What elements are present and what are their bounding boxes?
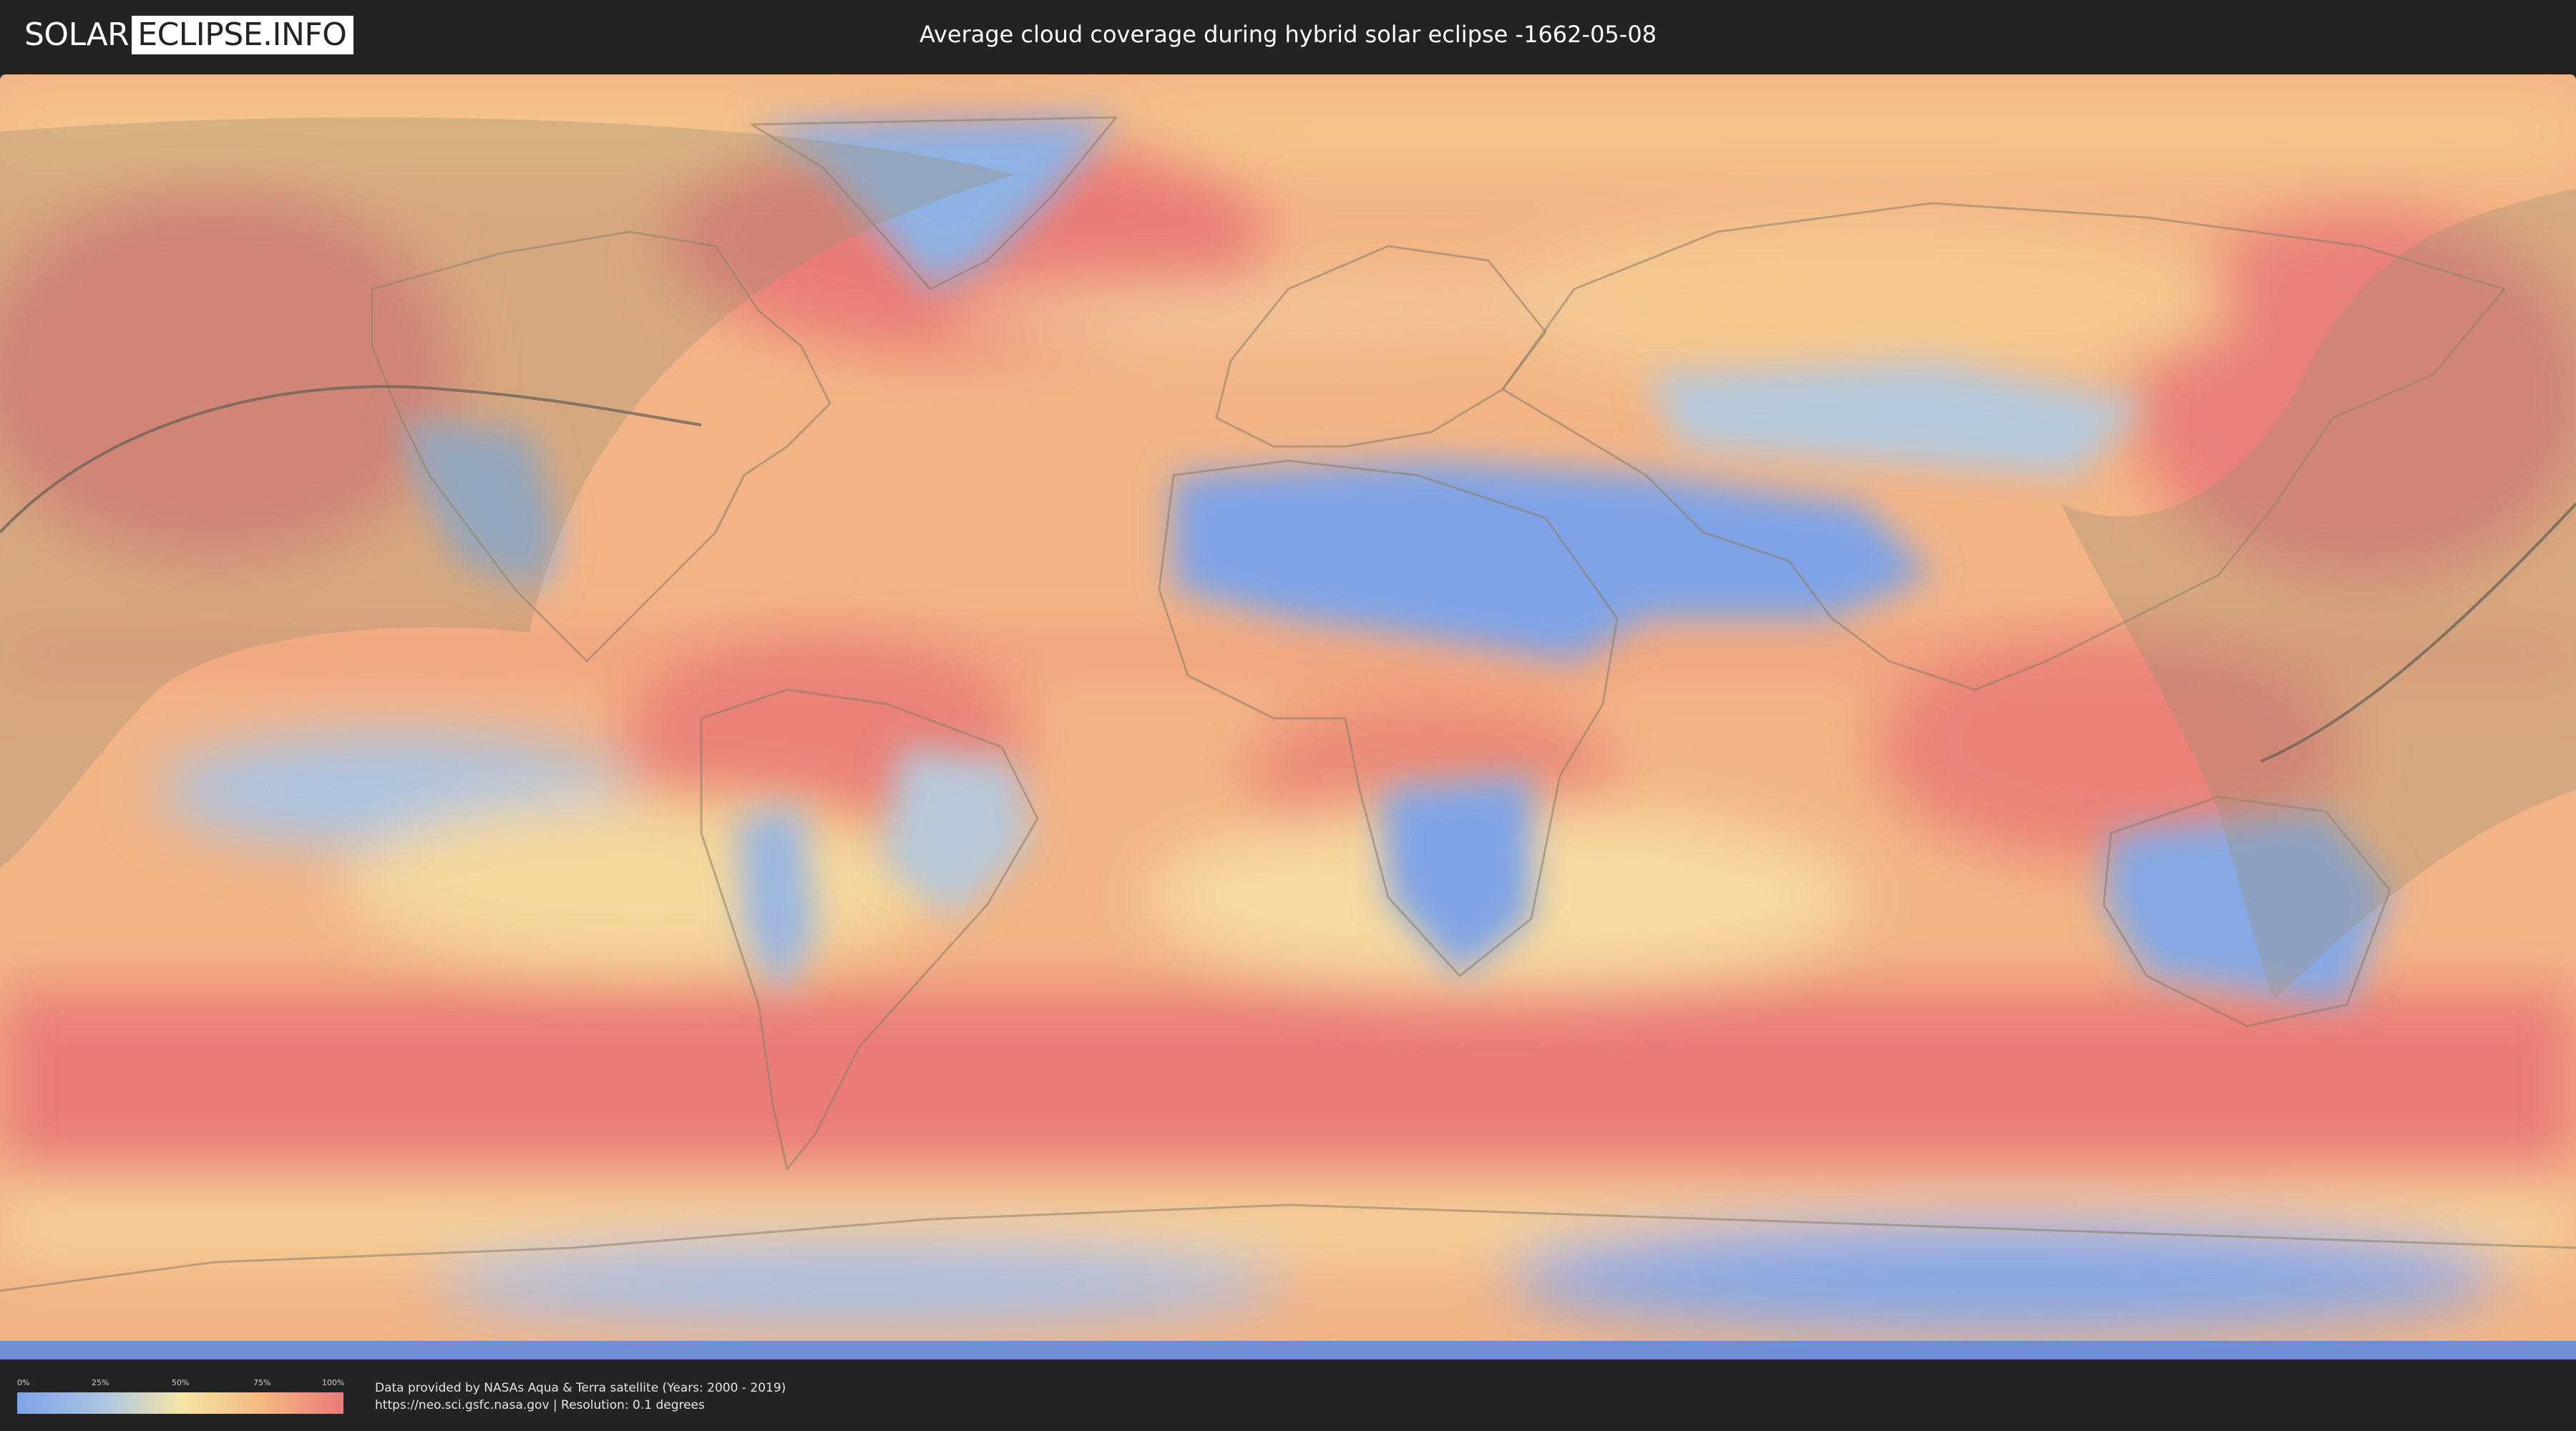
- legend-tick-0: 0%: [17, 1378, 30, 1387]
- footer: 0% 25% 50% 75% 100% Data provided by NAS…: [0, 1359, 2576, 1431]
- cloud-coverage-map[interactable]: [0, 74, 2576, 1359]
- header: SOLAR ECLIPSE.INFO Average cloud coverag…: [0, 0, 2576, 73]
- credit-line-source: Data provided by NASAs Aqua & Terra sate…: [375, 1381, 786, 1395]
- legend-tick-100: 100%: [322, 1378, 345, 1387]
- credit-line-url[interactable]: https://neo.sci.gsfc.nasa.gov | Resoluti…: [375, 1397, 786, 1414]
- map-canvas: [0, 74, 2576, 1359]
- legend-tick-50: 50%: [172, 1378, 190, 1387]
- legend-color-bar: [17, 1392, 343, 1414]
- legend-tick-25: 25%: [92, 1378, 109, 1387]
- map-bottom-rim: [0, 1341, 2576, 1359]
- legend-ticks: 0% 25% 50% 75% 100%: [17, 1378, 345, 1390]
- cloud-coverage-legend: 0% 25% 50% 75% 100%: [17, 1378, 345, 1414]
- page-title: Average cloud coverage during hybrid sol…: [919, 21, 1657, 48]
- data-credits: Data provided by NASAs Aqua & Terra sate…: [375, 1379, 786, 1414]
- legend-tick-75: 75%: [253, 1378, 271, 1387]
